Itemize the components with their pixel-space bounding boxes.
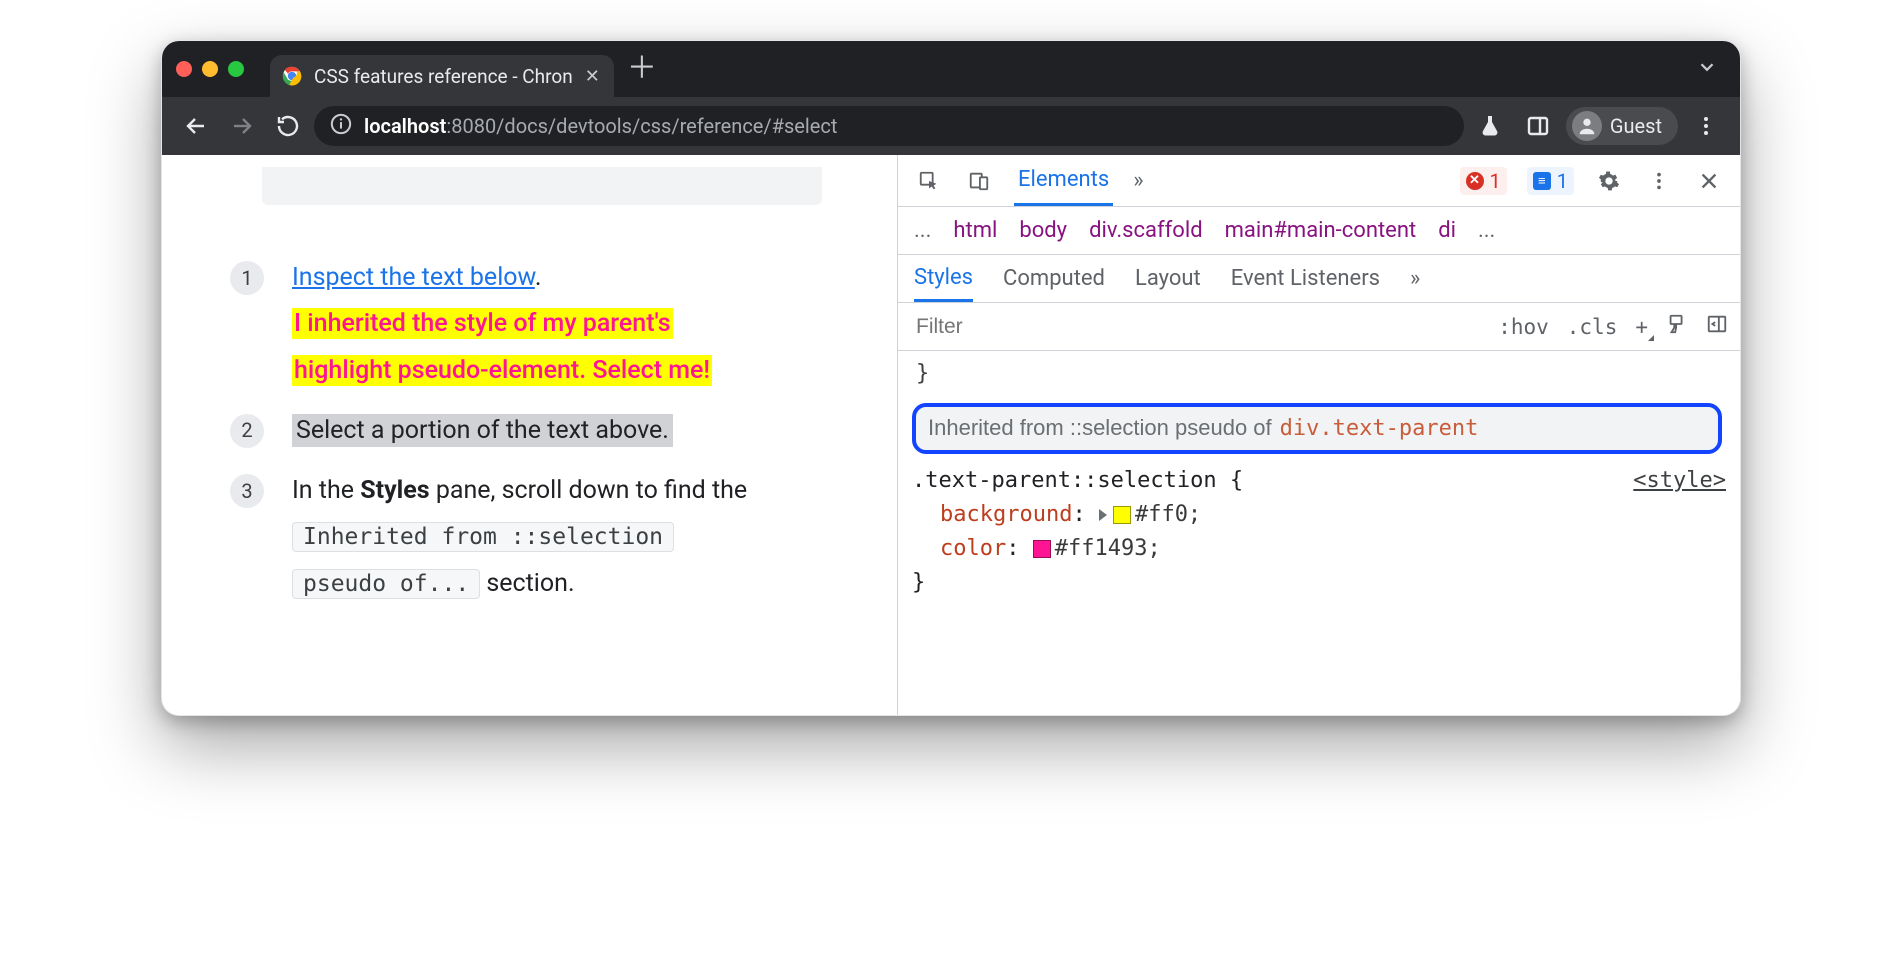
highlighted-text-line2[interactable]: highlight pseudo-element. Select me! (292, 355, 712, 386)
breadcrumb-item[interactable]: di (1438, 218, 1456, 243)
device-toolbar-icon[interactable] (964, 166, 994, 196)
reload-button[interactable] (268, 106, 308, 146)
more-tabs-chevron-icon[interactable]: » (1133, 168, 1143, 193)
breadcrumb-item[interactable]: html (953, 218, 997, 243)
inherited-label: Inherited from ::selection pseudo of (928, 411, 1272, 445)
errors-badge[interactable]: ✕1 (1460, 167, 1507, 195)
inspect-element-icon[interactable] (914, 166, 944, 196)
url-host: localhost (364, 114, 446, 138)
browser-window: CSS features reference - Chron ✕ ＋ local… (161, 40, 1741, 716)
color-swatch-fg[interactable] (1033, 540, 1051, 558)
forward-button[interactable] (222, 106, 262, 146)
steps-list: Inspect the text below. I inherited the … (222, 255, 867, 607)
hov-toggle[interactable]: :hov (1498, 315, 1549, 339)
titlebar: CSS features reference - Chron ✕ ＋ (162, 41, 1740, 97)
inspect-link[interactable]: Inspect the text below (292, 263, 535, 292)
url-text: localhost:8080/docs/devtools/css/referen… (364, 114, 837, 138)
css-rule-header: .text-parent::selection { <style> (912, 464, 1726, 498)
step3-text-c: section. (480, 569, 574, 598)
breadcrumb-item[interactable]: main#main-content (1225, 218, 1417, 243)
new-tab-button[interactable]: ＋ (624, 51, 660, 87)
step-1: Inspect the text below. I inherited the … (222, 255, 867, 394)
expand-shorthand-icon[interactable] (1099, 509, 1107, 521)
cls-toggle[interactable]: .cls (1567, 315, 1618, 339)
css-declaration-color[interactable]: color: #ff1493; (912, 532, 1726, 566)
paintbrush-icon[interactable] (1666, 313, 1688, 340)
fullscreen-window-button[interactable] (228, 61, 244, 77)
rule-selector[interactable]: .text-parent::selection { (912, 464, 1243, 498)
css-declaration-background[interactable]: background: #ff0; (912, 498, 1726, 532)
subtab-computed[interactable]: Computed (1003, 255, 1105, 302)
subtab-event-listeners[interactable]: Event Listeners (1231, 255, 1380, 302)
step-3: In the Styles pane, scroll down to find … (222, 468, 867, 607)
address-bar[interactable]: localhost:8080/docs/devtools/css/referen… (314, 106, 1464, 146)
inherited-from-header[interactable]: Inherited from ::selection pseudo of div… (912, 403, 1722, 454)
subtabs-more-chevron-icon[interactable]: » (1410, 266, 1420, 291)
messages-badge[interactable]: ≡1 (1527, 167, 1574, 195)
styles-pane[interactable]: } Inherited from ::selection pseudo of d… (898, 351, 1740, 715)
val-color: #ff1493; (1055, 536, 1161, 561)
tab-close-button[interactable]: ✕ (585, 66, 600, 87)
messages-count: 1 (1557, 169, 1568, 193)
page-content: Inspect the text below. I inherited the … (162, 155, 897, 715)
color-swatch-bg[interactable] (1113, 506, 1131, 524)
devtools-panel: Elements » ✕1 ≡1 ... html body di (897, 155, 1740, 715)
profile-label: Guest (1610, 114, 1662, 138)
step3-text-a: In the (292, 476, 360, 505)
back-button[interactable] (176, 106, 216, 146)
breadcrumb-item[interactable]: body (1019, 218, 1067, 243)
labs-icon[interactable] (1470, 106, 1510, 146)
browser-toolbar: localhost:8080/docs/devtools/css/referen… (162, 97, 1740, 155)
rule-source-link[interactable]: <style> (1633, 464, 1726, 498)
step-2: Select a portion of the text above. (222, 408, 867, 454)
prev-rule-close-brace: } (916, 357, 1726, 391)
highlighted-text-line1[interactable]: I inherited the style of my parent's (292, 308, 673, 339)
devtools-kebab-icon[interactable] (1644, 166, 1674, 196)
styles-toolbar: :hov .cls + (898, 303, 1740, 351)
site-info-icon[interactable] (330, 113, 352, 140)
subtab-styles[interactable]: Styles (914, 255, 973, 302)
computed-sidebar-icon[interactable] (1706, 313, 1728, 340)
browser-tab[interactable]: CSS features reference - Chron ✕ (270, 55, 614, 97)
gear-icon[interactable] (1594, 166, 1624, 196)
breadcrumb-item[interactable]: div.scaffold (1089, 218, 1203, 243)
close-window-button[interactable] (176, 61, 192, 77)
profile-button[interactable]: Guest (1566, 107, 1678, 145)
tab-elements[interactable]: Elements (1014, 155, 1113, 206)
errors-count: 1 (1490, 169, 1501, 193)
devtools-subtabs: Styles Computed Layout Event Listeners » (898, 255, 1740, 303)
avatar-icon (1572, 111, 1602, 141)
content-split: Inspect the text below. I inherited the … (162, 155, 1740, 715)
step3-text-b: pane, scroll down to find the (430, 476, 748, 505)
devtools-close-icon[interactable] (1694, 166, 1724, 196)
window-controls (176, 61, 244, 77)
kebab-menu-button[interactable] (1686, 106, 1726, 146)
subtab-layout[interactable]: Layout (1135, 255, 1201, 302)
breadcrumb-trailing-ellipsis[interactable]: ... (1478, 218, 1495, 243)
val-background: #ff0; (1135, 502, 1201, 527)
step3-kbd-line1: Inherited from ::selection (292, 522, 674, 552)
minimize-window-button[interactable] (202, 61, 218, 77)
page-header-box (262, 167, 822, 205)
dom-breadcrumb[interactable]: ... html body div.scaffold main#main-con… (898, 207, 1740, 255)
breadcrumb-leading-ellipsis[interactable]: ... (914, 218, 931, 243)
styles-filter-input[interactable] (910, 311, 1480, 343)
new-style-rule-button[interactable]: + (1635, 315, 1648, 339)
step3-bold: Styles (360, 476, 429, 505)
chrome-favicon-icon (282, 66, 302, 86)
rule-close-brace: } (912, 566, 1726, 600)
tab-list-chevron-icon[interactable] (1688, 56, 1726, 83)
devtools-main-tabs: Elements » ✕1 ≡1 (898, 155, 1740, 207)
tab-title: CSS features reference - Chron (314, 65, 573, 88)
url-path: :8080/docs/devtools/css/reference/#selec… (446, 114, 837, 138)
panel-icon[interactable] (1518, 106, 1558, 146)
toolbar-right: Guest (1470, 106, 1726, 146)
step3-kbd-line2: pseudo of... (292, 569, 480, 599)
prop-background: background (940, 502, 1072, 527)
inherited-selector: div.text-parent (1280, 412, 1479, 446)
step2-text: Select a portion of the text above. (292, 414, 673, 447)
prop-color: color (940, 536, 1006, 561)
step1-dot: . (535, 263, 542, 292)
